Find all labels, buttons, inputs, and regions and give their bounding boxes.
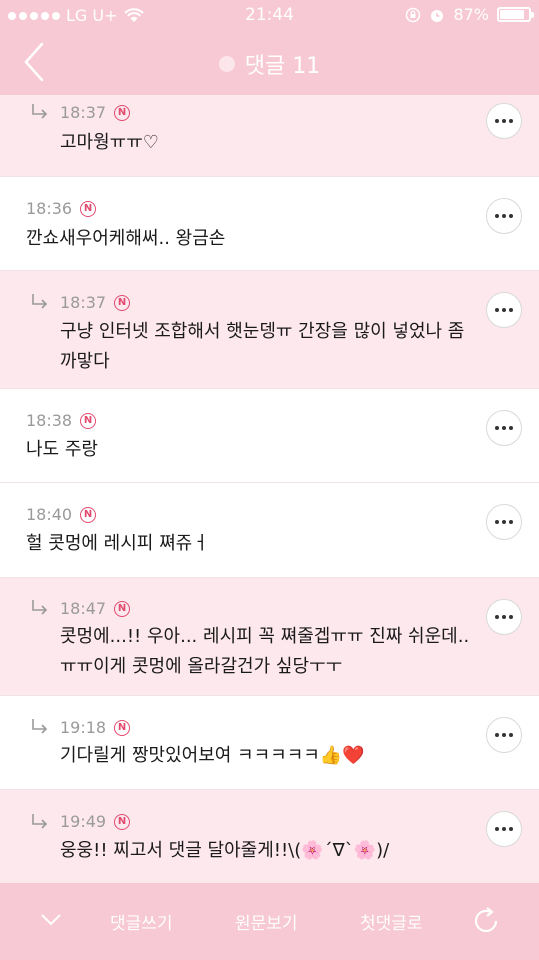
comment-line: 고마웡ㅠㅠ♡ [60,132,159,153]
nav-bar: 댓글 11 [0,32,539,95]
reply-arrow-icon [32,294,48,309]
comment-icon [218,56,235,72]
comment-line: 구냥 인터넷 조합해서 햇눈뎅ㅠ 간장을 많이 넣었나 좀 [60,321,465,342]
status-right: 87% [405,5,534,24]
new-badge-icon: N [80,200,97,217]
more-button[interactable] [486,198,522,234]
more-button[interactable] [486,410,522,446]
comment-time: 18:40 [26,505,73,524]
top-bar: LG U+ 21:44 87% 댓글 11 [0,0,539,95]
chevron-down-icon[interactable] [40,913,62,927]
comment-line: 기다릴게 짱맛있어보여 ㅋㅋㅋㅋㅋ👍❤️ [60,745,365,766]
first-comment-button[interactable]: 첫댓글로 [360,909,423,934]
more-button[interactable] [486,717,522,753]
comment-item: 18:37 N 고마웡ㅠㅠ♡ [0,95,539,177]
comment-time: 18:36 [26,199,73,218]
comment-item: 19:18 N 기다릴게 짱맛있어보여 ㅋㅋㅋㅋㅋ👍❤️ [0,696,539,790]
reply-arrow-icon [32,814,48,829]
comment-text: 콧멍에...!! 우아... 레시피 꼭 쪄줄겝ㅠㅠ 진짜 쉬운데.. ㅠㅠ이게… [60,622,469,682]
page-title: 댓글 11 [0,48,539,80]
reply-arrow-icon [32,719,48,734]
comment-line: 콧멍에...!! 우아... 레시피 꼭 쪄줄겝ㅠㅠ 진짜 쉬운데.. [60,626,470,647]
view-original-button[interactable]: 원문보기 [235,909,298,934]
comment-line: 웅웅!! 찌고서 댓글 달아줄게!!\(🌸´∇`🌸)/ [60,840,390,861]
more-button[interactable] [486,504,522,540]
more-button[interactable] [486,811,522,847]
comment-time: 18:47 [60,599,107,618]
new-badge-icon: N [114,104,131,121]
comment-line: 깐쇼새우어케해써.. 왕금손 [26,228,226,249]
comment-meta: 18:37 N [60,103,131,122]
comment-list: 18:37 N 고마웡ㅠㅠ♡ 18:36 N 깐쇼새우어케해써.. 왕금손 18… [0,95,539,883]
more-button[interactable] [486,292,522,328]
write-comment-button[interactable]: 댓글쓰기 [110,909,173,934]
new-badge-icon: N [114,294,131,311]
comment-item: 18:36 N 깐쇼새우어케해써.. 왕금손 [0,177,539,271]
new-badge-icon: N [114,813,131,830]
bottom-toolbar: 댓글쓰기 원문보기 첫댓글로 [0,883,539,960]
refresh-icon[interactable] [470,905,502,937]
new-badge-icon: N [80,506,97,523]
comment-time: 19:18 [60,718,107,737]
comment-text: 헐 콧멍에 레시피 쪄쥬ㅓ [26,529,209,559]
status-bar: LG U+ 21:44 87% [0,0,539,32]
comment-meta: 18:36 N [26,199,97,218]
comment-line: 까맣다 [60,351,110,372]
comment-text: 깐쇼새우어케해써.. 왕금손 [26,224,225,254]
comment-time: 18:38 [26,411,73,430]
comment-text: 고마웡ㅠㅠ♡ [60,128,159,158]
comment-text: 기다릴게 짱맛있어보여 ㅋㅋㅋㅋㅋ👍❤️ [60,741,365,771]
comment-line: 헐 콧멍에 레시피 쪄쥬ㅓ [26,533,209,554]
comment-line: ㅠㅠ이게 콧멍에 올라갈건가 싶당ㅜㅜ [60,656,343,677]
comment-item: 18:40 N 헐 콧멍에 레시피 쪄쥬ㅓ [0,483,539,578]
comment-item: 18:47 N 콧멍에...!! 우아... 레시피 꼭 쪄줄겝ㅠㅠ 진짜 쉬운… [0,578,539,696]
comment-meta: 18:47 N [60,599,131,618]
comment-meta: 18:38 N [26,411,97,430]
comment-text: 웅웅!! 찌고서 댓글 달아줄게!!\(🌸´∇`🌸)/ [60,836,389,866]
page-title-text: 댓글 11 [244,54,321,79]
comment-meta: 19:18 N [60,718,131,737]
more-button[interactable] [486,103,522,139]
alarm-icon [431,9,444,22]
new-badge-icon: N [114,719,131,736]
comment-item: 18:38 N 나도 주랑 [0,389,539,483]
battery-icon [497,7,534,22]
more-button[interactable] [486,599,522,635]
comment-time: 18:37 [60,103,107,122]
reply-arrow-icon [32,104,48,119]
new-badge-icon: N [80,412,97,429]
comment-item: 18:37 N 구냥 인터넷 조합해서 햇눈뎅ㅠ 간장을 많이 넣었나 좀 까맣… [0,271,539,389]
comment-meta: 18:37 N [60,293,131,312]
comment-line: 나도 주랑 [26,439,98,460]
comment-meta: 19:49 N [60,812,131,831]
comment-item: 19:49 N 웅웅!! 찌고서 댓글 달아줄게!!\(🌸´∇`🌸)/ [0,790,539,883]
comment-text: 나도 주랑 [26,435,98,465]
reply-arrow-icon [32,600,48,615]
comment-meta: 18:40 N [26,505,97,524]
comment-time: 18:37 [60,293,107,312]
battery-percent: 87% [453,5,489,24]
rotation-lock-icon [406,7,421,22]
comment-time: 19:49 [60,812,107,831]
comment-text: 구냥 인터넷 조합해서 햇눈뎅ㅠ 간장을 많이 넣었나 좀 까맣다 [60,317,464,377]
new-badge-icon: N [114,600,131,617]
